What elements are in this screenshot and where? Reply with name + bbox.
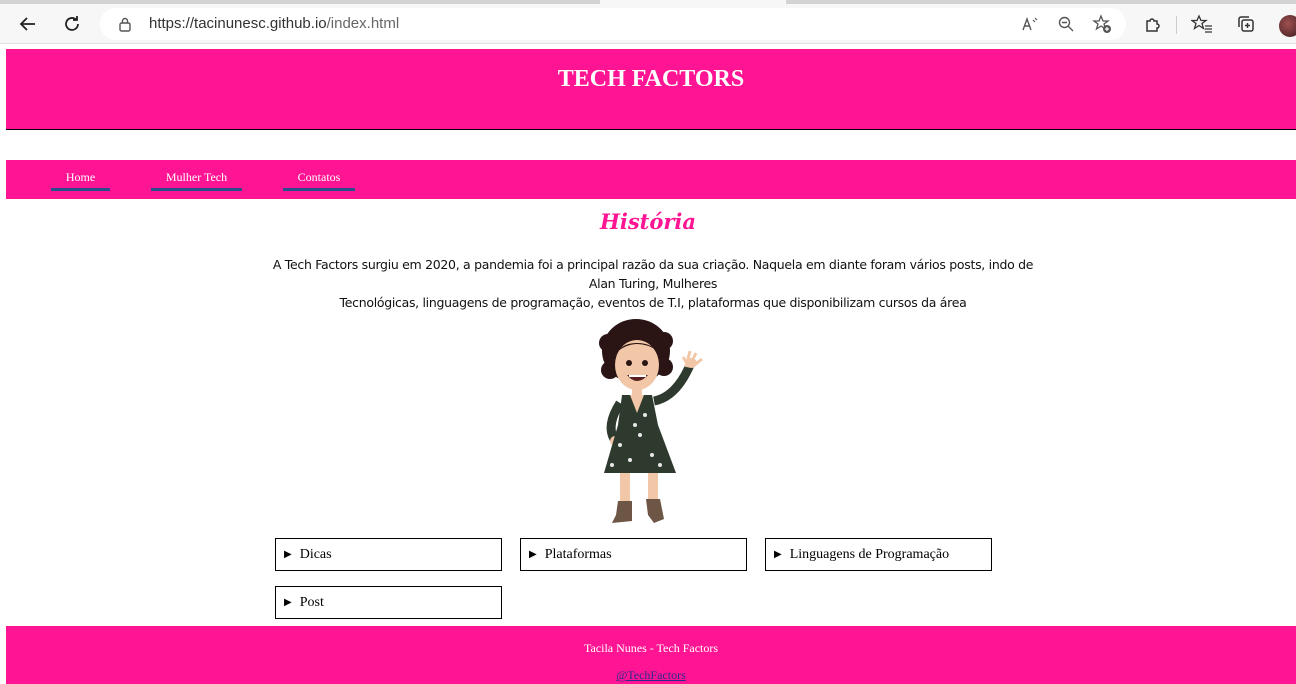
main-nav: Home Mulher Tech Contatos bbox=[6, 160, 1296, 199]
footer-credit: Tacila Nunes - Tech Factors bbox=[583, 641, 719, 655]
toolbar-divider bbox=[1176, 16, 1177, 34]
url-text[interactable]: https://tacinunesc.github.io/index.html bbox=[149, 15, 399, 32]
favorites-icon[interactable] bbox=[1188, 10, 1216, 38]
nav-item-contatos[interactable]: Contatos bbox=[283, 169, 355, 191]
details-plataformas[interactable]: ▶ Plataformas bbox=[520, 538, 747, 571]
details-label: Linguagens de Programação bbox=[789, 546, 950, 562]
history-paragraph: A Tech Factors surgiu em 2020, a pandemi… bbox=[260, 255, 1046, 312]
details-post[interactable]: ▶ Post bbox=[275, 586, 502, 619]
puzzle-icon[interactable] bbox=[1139, 10, 1167, 38]
details-label: Post bbox=[299, 594, 324, 610]
triangle-right-icon: ▶ bbox=[529, 549, 537, 560]
collections-icon[interactable] bbox=[1232, 10, 1260, 38]
browser-toolbar: https://tacinunesc.github.io/index.html bbox=[0, 4, 1296, 44]
triangle-right-icon: ▶ bbox=[284, 549, 292, 560]
zoom-out-icon[interactable] bbox=[1054, 12, 1078, 36]
site-footer: Tacila Nunes - Tech Factors @TechFactors bbox=[6, 626, 1296, 684]
reload-icon[interactable] bbox=[58, 10, 86, 38]
address-bar[interactable]: https://tacinunesc.github.io/index.html bbox=[100, 8, 1126, 40]
profile-avatar-icon[interactable] bbox=[1279, 15, 1296, 37]
lock-icon[interactable] bbox=[116, 15, 134, 33]
triangle-right-icon: ▶ bbox=[284, 597, 292, 608]
arrow-left-icon[interactable] bbox=[14, 10, 42, 38]
avatar-illustration bbox=[599, 319, 703, 523]
details-dicas[interactable]: ▶ Dicas bbox=[275, 538, 502, 571]
site-header: TECH FACTORS bbox=[6, 49, 1296, 130]
footer-handle: @TechFactors bbox=[6, 668, 1296, 683]
details-label: Plataformas bbox=[544, 546, 612, 562]
nav-item-home[interactable]: Home bbox=[51, 169, 110, 191]
add-favorite-icon[interactable] bbox=[1090, 12, 1114, 36]
social-handle-link[interactable]: @TechFactors bbox=[616, 668, 686, 682]
details-linguagens[interactable]: ▶ Linguagens de Programação bbox=[765, 538, 992, 571]
triangle-right-icon: ▶ bbox=[774, 549, 782, 560]
nav-item-mulher-tech[interactable]: Mulher Tech bbox=[151, 169, 242, 191]
history-line-2: Tecnológicas, linguagens de programação,… bbox=[339, 295, 967, 310]
url-path: /index.html bbox=[326, 15, 400, 32]
details-label: Dicas bbox=[299, 546, 332, 562]
history-line-1: A Tech Factors surgiu em 2020, a pandemi… bbox=[272, 257, 1034, 291]
section-heading: História bbox=[600, 209, 696, 234]
read-aloud-icon[interactable] bbox=[1018, 12, 1042, 36]
url-host: https://tacinunesc.github.io bbox=[149, 15, 327, 32]
site-title: TECH FACTORS bbox=[557, 66, 745, 92]
